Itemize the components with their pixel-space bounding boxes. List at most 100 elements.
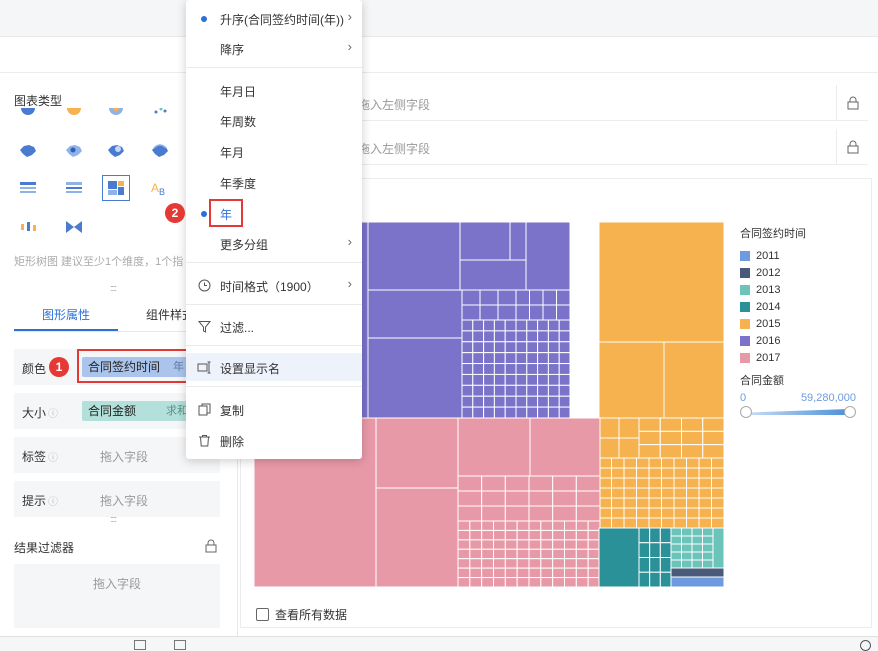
treemap-cell-2017[interactable] bbox=[528, 548, 542, 560]
menu-item-more-groups[interactable]: 更多分组 › bbox=[186, 229, 362, 257]
treemap-cell-2017[interactable] bbox=[493, 577, 506, 587]
treemap-cell-2015[interactable] bbox=[648, 457, 662, 469]
treemap-cell-2016[interactable] bbox=[461, 352, 474, 365]
treemap-cell-2016[interactable] bbox=[542, 304, 557, 321]
treemap-cell-2017[interactable] bbox=[587, 539, 601, 550]
treemap-cell-2016[interactable] bbox=[537, 373, 549, 386]
flow-map-icon[interactable] bbox=[146, 138, 174, 164]
treemap-cell-2013[interactable] bbox=[681, 527, 693, 537]
treemap-cell-2016[interactable] bbox=[461, 319, 474, 332]
treemap-cell-2017[interactable] bbox=[552, 505, 577, 522]
treemap-cell-2016[interactable] bbox=[504, 395, 517, 408]
treemap-cell-2015[interactable] bbox=[711, 477, 725, 489]
treemap-cell-2016[interactable] bbox=[537, 363, 549, 375]
treemap-cell-2016[interactable] bbox=[472, 384, 485, 397]
treemap-cell-2016[interactable] bbox=[472, 363, 485, 375]
cross-table-icon[interactable] bbox=[60, 175, 88, 201]
treemap-cell-2015[interactable] bbox=[702, 430, 724, 446]
treemap-cell-2017[interactable] bbox=[457, 490, 483, 507]
treemap-cell-2017[interactable] bbox=[575, 577, 589, 587]
treemap-cell-2017[interactable] bbox=[587, 520, 601, 531]
treemap-cell-2017[interactable] bbox=[469, 548, 483, 560]
treemap-cell-2016[interactable] bbox=[459, 259, 527, 291]
treemap-cell-2015[interactable] bbox=[648, 517, 662, 529]
treemap-cell-2016[interactable] bbox=[493, 384, 506, 397]
treemap-cell-2017[interactable] bbox=[564, 577, 577, 587]
treemap-cell-2015[interactable] bbox=[673, 457, 687, 469]
treemap-cell-2016[interactable] bbox=[461, 406, 474, 419]
boxplot-icon[interactable] bbox=[14, 214, 42, 240]
treemap-cell-2011[interactable] bbox=[670, 576, 724, 587]
treemap-cell-2016[interactable] bbox=[515, 289, 530, 306]
treemap-cell-2017[interactable] bbox=[528, 577, 542, 587]
treemap-cell-2015[interactable] bbox=[702, 417, 724, 432]
treemap-cell-2016[interactable] bbox=[526, 373, 539, 386]
treemap-cell-2015[interactable] bbox=[638, 430, 661, 446]
treemap-cell-2017[interactable] bbox=[457, 417, 531, 477]
treemap-cell-2017[interactable] bbox=[528, 539, 542, 550]
treemap-cell-2016[interactable] bbox=[509, 222, 527, 261]
treemap-cell-2016[interactable] bbox=[537, 330, 549, 343]
treemap-cell-2015[interactable] bbox=[711, 507, 725, 519]
heat-map-icon[interactable] bbox=[102, 138, 130, 164]
treemap-cell-2017[interactable] bbox=[575, 567, 589, 579]
treemap-cell-2017[interactable] bbox=[587, 548, 601, 560]
treemap-cell-2015[interactable] bbox=[698, 497, 712, 509]
treemap-cell-2015[interactable] bbox=[611, 477, 625, 489]
treemap-cell-2015[interactable] bbox=[611, 497, 625, 509]
treemap-cell-2016[interactable] bbox=[479, 289, 499, 306]
treemap-cell-2015[interactable] bbox=[648, 467, 662, 479]
treemap-cell-2016[interactable] bbox=[483, 363, 495, 375]
treemap-cell-2015[interactable] bbox=[598, 437, 620, 459]
treemap-cell-2017[interactable] bbox=[504, 577, 518, 587]
treemap-cell-2016[interactable] bbox=[526, 395, 539, 408]
treemap-cell-2016[interactable] bbox=[558, 341, 571, 354]
treemap-cell-2016[interactable] bbox=[515, 406, 528, 419]
treemap-cell-2015[interactable] bbox=[611, 457, 625, 469]
treemap-cell-2016[interactable] bbox=[547, 395, 560, 408]
treemap-cell-2015[interactable] bbox=[698, 467, 712, 479]
funnel-icon[interactable] bbox=[60, 214, 88, 240]
treemap-cell-2017[interactable] bbox=[528, 520, 542, 531]
legend-item-2016[interactable]: 2016 bbox=[740, 332, 856, 349]
treemap-cell-2015[interactable] bbox=[661, 507, 675, 519]
treemap-cell-2016[interactable] bbox=[515, 395, 528, 408]
legend-item-2015[interactable]: 2015 bbox=[740, 315, 856, 332]
treemap-cell-2015[interactable] bbox=[711, 467, 725, 479]
treemap-cell-2016[interactable] bbox=[537, 341, 549, 354]
treemap-cell-2016[interactable] bbox=[547, 406, 560, 419]
menu-item-asc[interactable]: 升序(合同签约时间(年)) › bbox=[186, 4, 362, 32]
treemap-cell-2016[interactable] bbox=[367, 289, 463, 339]
treemap-cell-2015[interactable] bbox=[661, 457, 675, 469]
treemap-cell-2016[interactable] bbox=[493, 341, 506, 354]
treemap-cell-2017[interactable] bbox=[528, 558, 542, 569]
treemap-cell-2016[interactable] bbox=[537, 319, 549, 332]
resize-handle[interactable]: :::: bbox=[110, 514, 117, 524]
treemap-cell-2016[interactable] bbox=[483, 395, 495, 408]
treemap-cell-2017[interactable] bbox=[575, 490, 601, 507]
menu-item-rename[interactable]: 设置显示名 bbox=[186, 353, 362, 381]
treemap-cell-2017[interactable] bbox=[504, 548, 518, 560]
treemap-cell-2017[interactable] bbox=[457, 505, 483, 522]
treemap-cell-2015[interactable] bbox=[648, 507, 662, 519]
treemap-cell-2017[interactable] bbox=[481, 505, 506, 522]
treemap-cell-2017[interactable] bbox=[481, 490, 506, 507]
treemap-cell-2015[interactable] bbox=[686, 507, 700, 519]
treemap-cell-2015[interactable] bbox=[623, 457, 637, 469]
treemap-cell-2017[interactable] bbox=[528, 475, 554, 492]
treemap-cell-2013[interactable] bbox=[712, 527, 724, 569]
treemap-cell-2015[interactable] bbox=[636, 467, 650, 479]
treemap-cell-2016[interactable] bbox=[537, 384, 549, 397]
resize-handle[interactable]: :::: bbox=[110, 283, 117, 293]
treemap-icon[interactable] bbox=[102, 175, 130, 201]
treemap-cell-2013[interactable] bbox=[702, 527, 714, 537]
region-map-icon[interactable] bbox=[14, 138, 42, 164]
treemap-cell-2013[interactable] bbox=[681, 559, 693, 569]
treemap-cell-2015[interactable] bbox=[623, 477, 637, 489]
treemap-cell-2015[interactable] bbox=[673, 487, 687, 499]
treemap-cell-2017[interactable] bbox=[552, 539, 565, 550]
treemap-cell-2014[interactable] bbox=[649, 557, 661, 573]
treemap-cell-2013[interactable] bbox=[702, 535, 714, 545]
treemap-cell-2017[interactable] bbox=[504, 475, 530, 492]
treemap-cell-2016[interactable] bbox=[504, 363, 517, 375]
